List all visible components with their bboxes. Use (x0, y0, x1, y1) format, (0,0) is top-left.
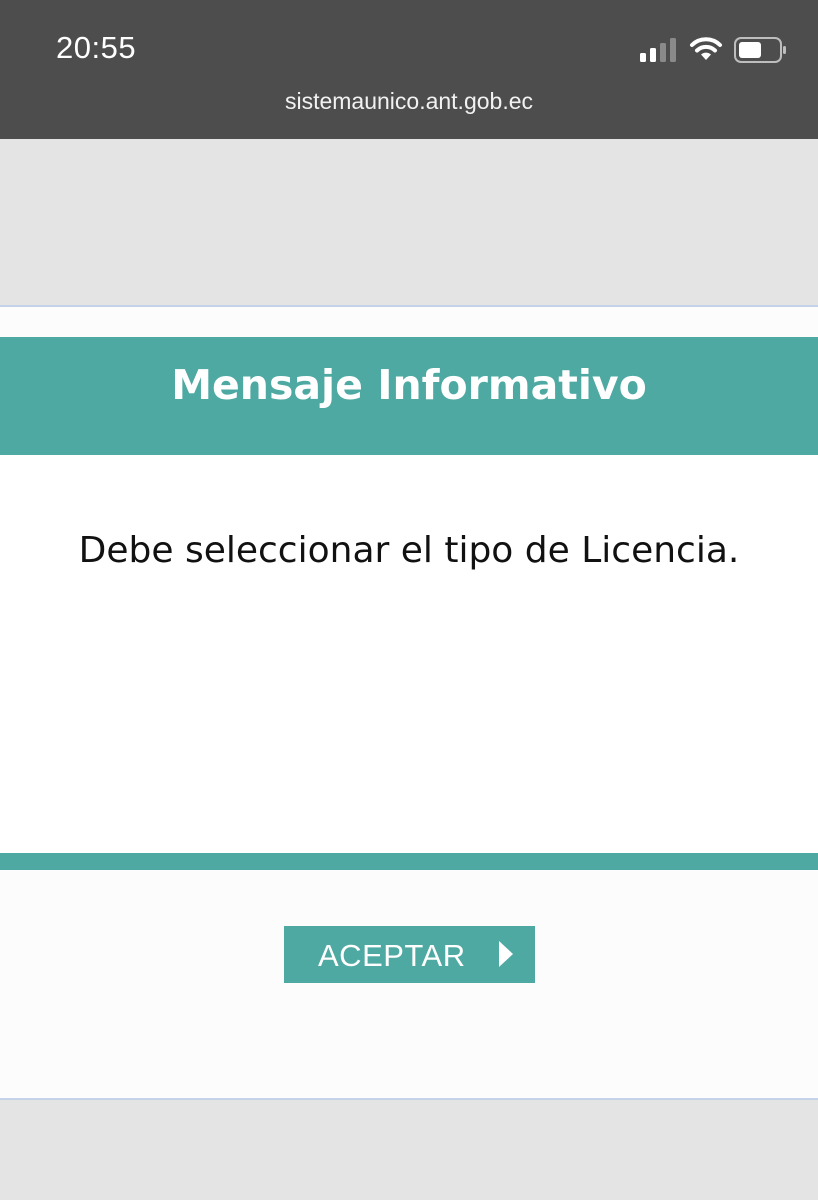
battery-icon (734, 37, 786, 63)
url-bar[interactable]: sistemaunico.ant.gob.ec (0, 88, 818, 115)
dialog-message: Debe seleccionar el tipo de Licencia. (78, 530, 740, 571)
dialog-body (0, 455, 818, 853)
accept-button[interactable]: ACEPTAR (284, 926, 535, 983)
dialog-divider (0, 853, 818, 870)
dialog-title: Mensaje Informativo (171, 361, 647, 409)
signal-icon (640, 38, 676, 62)
wifi-icon (690, 37, 722, 60)
accept-button-label: ACEPTAR (318, 938, 466, 973)
clock: 20:55 (56, 30, 137, 65)
arrow-right-icon (499, 941, 513, 967)
status-bar: 20:55 sistemaunico.ant.gob.ec (0, 0, 818, 139)
